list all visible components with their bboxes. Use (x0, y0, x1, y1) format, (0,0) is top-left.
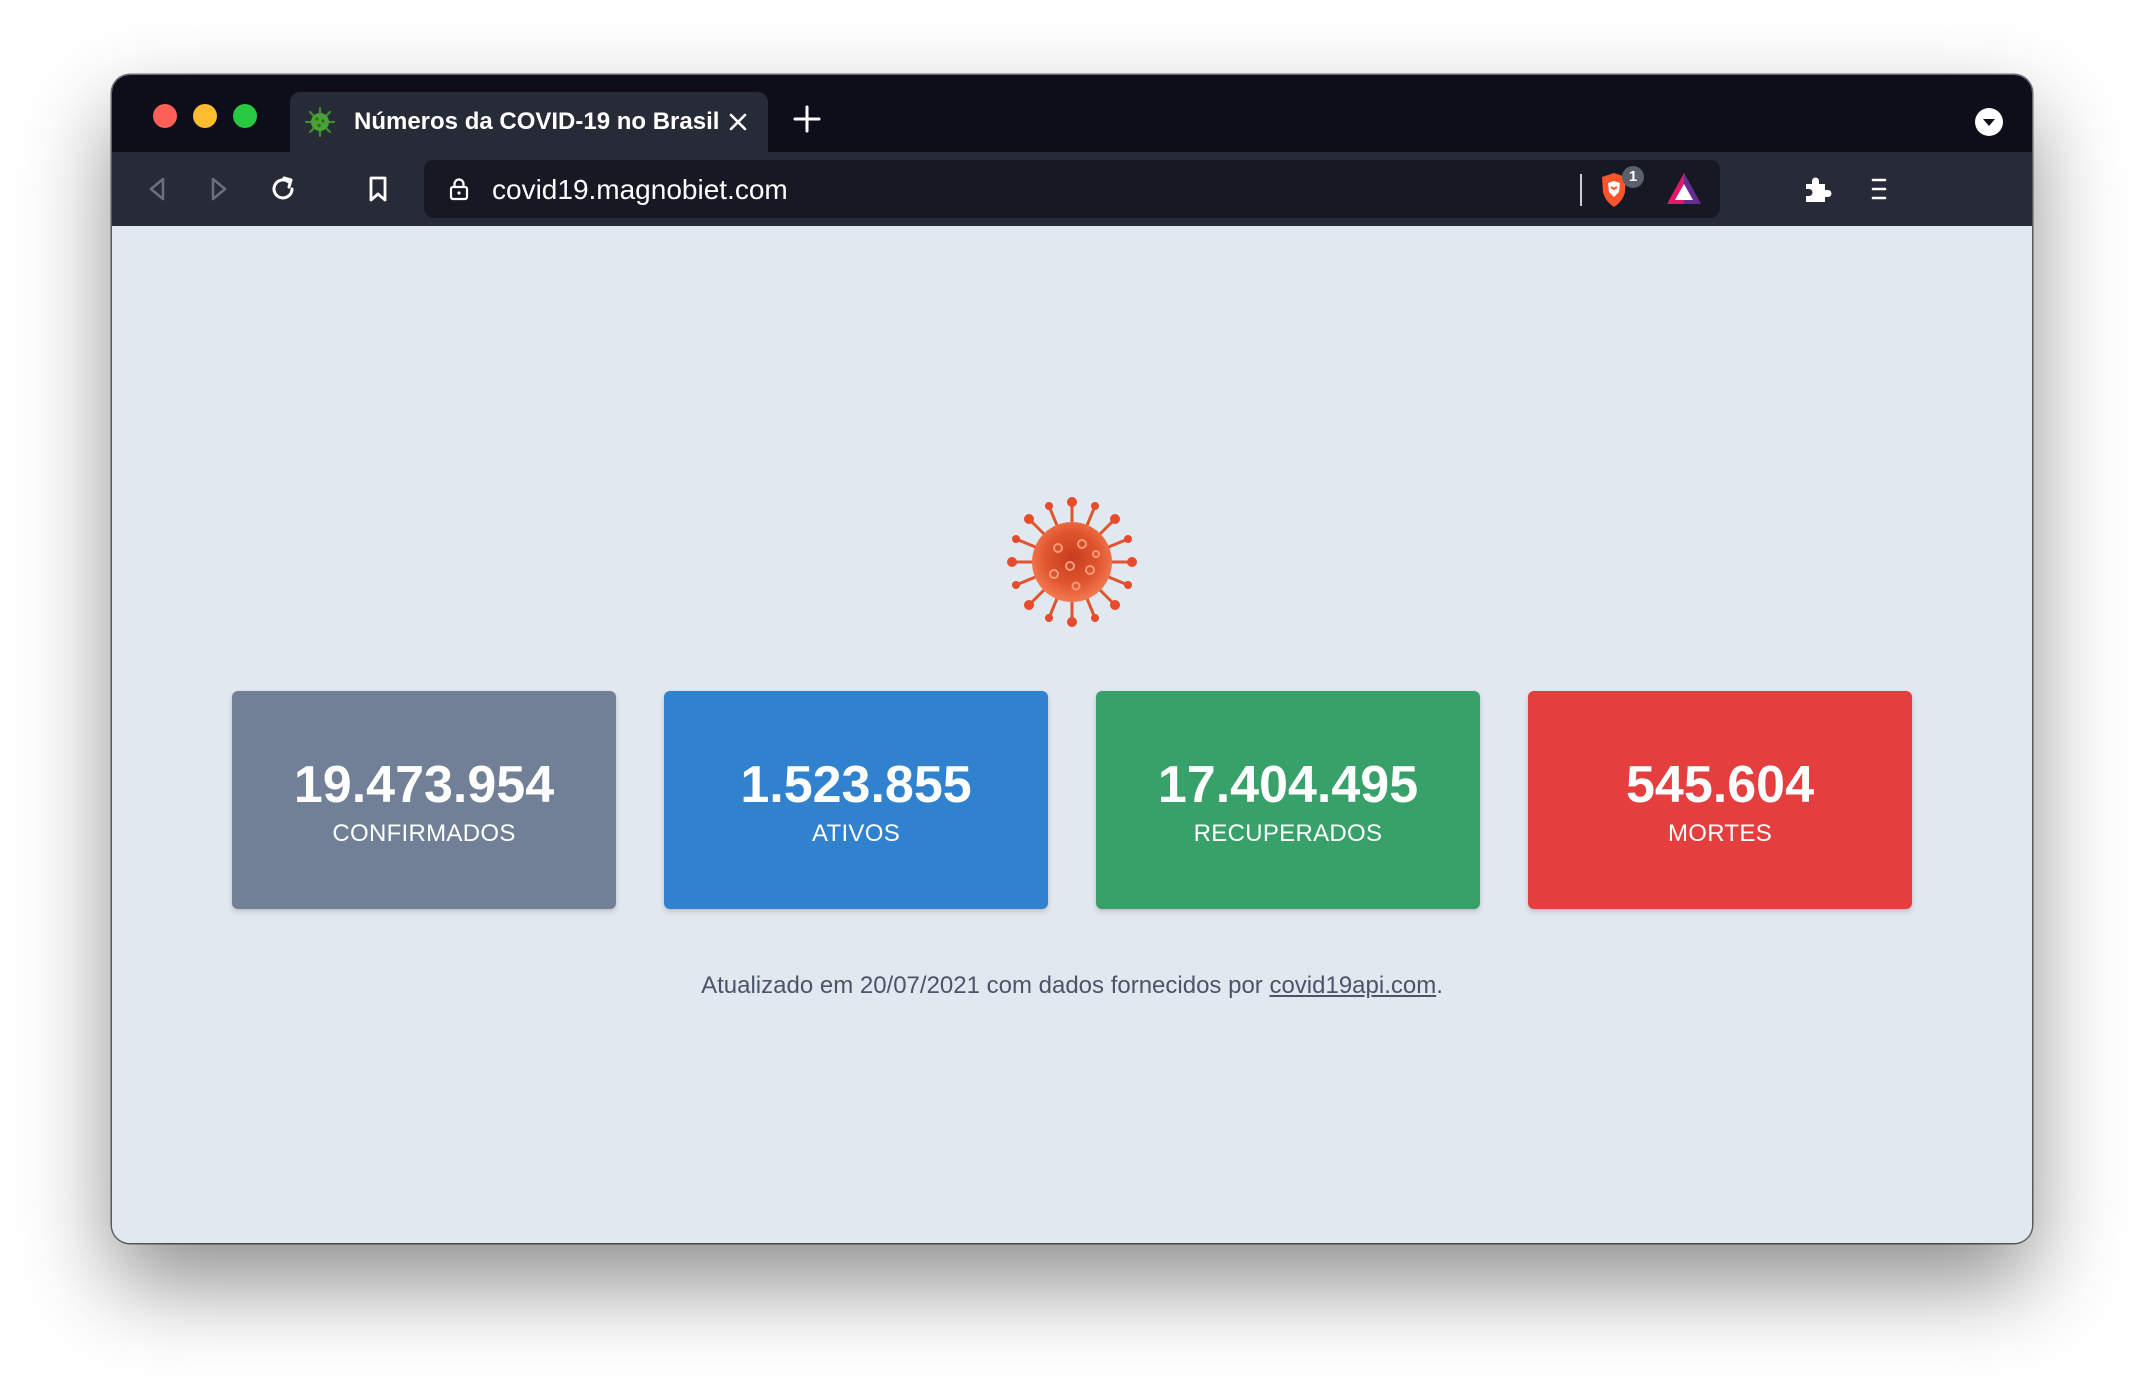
plus-icon[interactable] (792, 104, 822, 134)
forward-arrow-icon[interactable] (202, 172, 236, 206)
update-note-period: . (1436, 972, 1443, 999)
lock-icon (449, 178, 469, 201)
tab-strip: Números da COVID-19 no Brasil (112, 75, 2032, 152)
puzzle-icon[interactable] (1800, 172, 1834, 206)
active-tab[interactable]: Números da COVID-19 no Brasil (290, 92, 768, 152)
stat-label: MORTES (1667, 820, 1773, 847)
stat-card-confirmed: 19.473.954 CONFIRMADOS (232, 691, 616, 909)
back-arrow-icon[interactable] (140, 172, 174, 206)
virus-icon (304, 106, 336, 138)
hamburger-menu-icon[interactable] (1862, 172, 1896, 206)
stat-value: 1.523.855 (740, 756, 972, 814)
stat-label: ATIVOS (811, 820, 901, 847)
chevron-down-icon[interactable] (1974, 107, 2004, 137)
reload-icon[interactable] (266, 172, 300, 206)
url-text: covid19.magnobiet.com (492, 174, 788, 205)
url-divider (1580, 174, 1582, 206)
stat-card-active: 1.523.855 ATIVOS (664, 691, 1048, 909)
page-content: 19.473.954 CONFIRMADOS 1.523.855 ATIVOS … (112, 226, 2032, 1243)
stat-card-recovered: 17.404.495 RECUPERADOS (1096, 691, 1480, 909)
stat-label: CONFIRMADOS (332, 820, 516, 847)
virus-icon (1007, 497, 1137, 627)
stat-label: RECUPERADOS (1193, 820, 1383, 847)
address-bar[interactable]: covid19.magnobiet.com 1 (424, 160, 1720, 218)
close-icon[interactable] (724, 108, 752, 136)
minimize-window-button[interactable] (193, 104, 217, 128)
toolbar: covid19.magnobiet.com 1 (112, 152, 2032, 226)
stat-value: 17.404.495 (1157, 756, 1419, 814)
source-link[interactable]: covid19api.com (1269, 972, 1436, 999)
browser-window: Números da COVID-19 no Brasil covid19.ma… (112, 75, 2032, 1243)
close-window-button[interactable] (153, 104, 177, 128)
stat-value: 19.473.954 (293, 756, 555, 814)
bookmark-icon[interactable] (361, 172, 395, 206)
update-note: Atualizado em 20/07/2021 com dados forne… (112, 970, 2032, 1002)
tab-title: Números da COVID-19 no Brasil (354, 108, 720, 135)
brave-rewards-icon[interactable] (1664, 170, 1704, 208)
stat-card-deaths: 545.604 MORTES (1528, 691, 1912, 909)
stat-value: 545.604 (1626, 756, 1814, 814)
shield-count-badge: 1 (1622, 166, 1644, 188)
update-note-text: Atualizado em 20/07/2021 com dados forne… (701, 972, 1270, 999)
zoom-window-button[interactable] (233, 104, 257, 128)
